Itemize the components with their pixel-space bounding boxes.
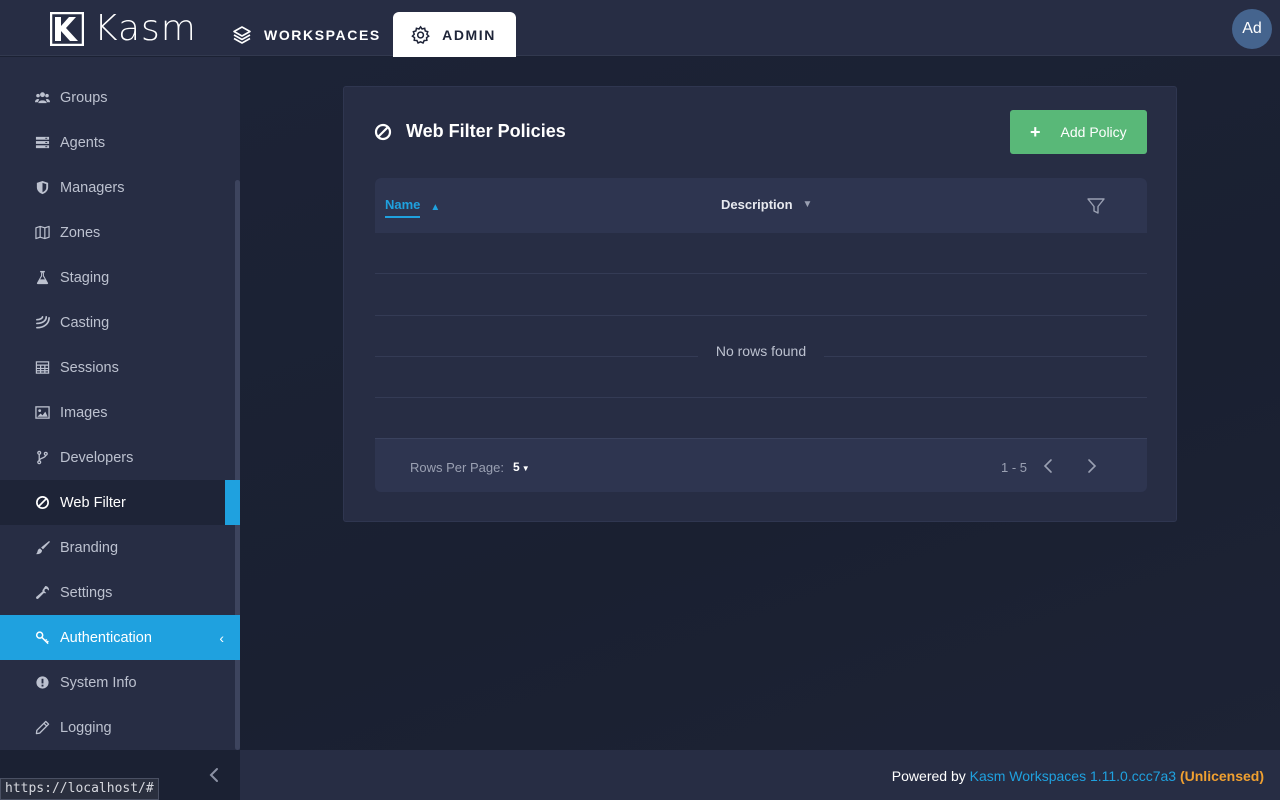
sidebar-item-label: Settings xyxy=(60,584,113,601)
sidebar-item-authentication[interactable]: Authentication ‹ xyxy=(0,615,240,660)
web-filter-policies-card: Web Filter Policies + Add Policy Name ▲ … xyxy=(343,86,1177,522)
server-icon xyxy=(34,135,50,151)
ban-icon xyxy=(374,123,392,140)
sidebar-item-web-filter[interactable]: Web Filter xyxy=(0,480,240,525)
sidebar-item-label: Images xyxy=(60,404,108,421)
add-policy-label: Add Policy xyxy=(1060,124,1127,140)
policies-table: Name ▲ Description ▼ No rows found Rows … xyxy=(375,178,1147,492)
table-row-divider xyxy=(375,273,1147,274)
users-icon xyxy=(34,90,50,106)
table-icon xyxy=(34,360,50,376)
kasm-logo-icon xyxy=(50,12,84,46)
tab-workspaces[interactable]: WORKSPACES xyxy=(212,12,401,57)
sidebar-item-label: Managers xyxy=(60,179,125,196)
tab-admin[interactable]: ADMIN xyxy=(393,12,516,57)
status-bar-url: https://localhost/# xyxy=(0,778,159,800)
flask-icon xyxy=(34,270,50,286)
page-title: Web Filter Policies xyxy=(374,121,566,142)
sidebar-item-label: Logging xyxy=(60,719,112,736)
sort-desc-icon: ▼ xyxy=(802,199,813,210)
map-icon xyxy=(34,225,50,241)
sidebar-item-label: Web Filter xyxy=(60,494,126,511)
kasm-logo[interactable]: Kasm xyxy=(50,8,197,49)
broadcast-icon xyxy=(34,315,50,331)
sidebar-item-developers[interactable]: Developers xyxy=(0,435,240,480)
sidebar-item-system-info[interactable]: System Info xyxy=(0,660,240,705)
tab-admin-label: ADMIN xyxy=(442,26,496,43)
sidebar-item-managers[interactable]: Managers xyxy=(0,165,240,210)
column-header-name[interactable]: Name ▲ xyxy=(385,197,440,218)
caret-down-icon: ▼ xyxy=(521,464,530,473)
info-icon xyxy=(34,675,50,691)
table-row-divider xyxy=(375,397,1147,398)
sidebar-item-casting[interactable]: Casting xyxy=(0,300,240,345)
collapse-sidebar-icon[interactable] xyxy=(206,766,224,784)
sidebar-item-label: Zones xyxy=(60,224,101,241)
gear-icon xyxy=(411,25,430,44)
kasm-workspaces-link[interactable]: Kasm Workspaces 1.11.0.ccc7a3 xyxy=(970,768,1176,784)
license-status: (Unlicensed) xyxy=(1179,768,1264,784)
image-icon xyxy=(34,405,50,421)
sidebar-item-label: Staging xyxy=(60,269,110,286)
footer: Powered by Kasm Workspaces 1.11.0.ccc7a3… xyxy=(240,750,1280,800)
sidebar-item-images[interactable]: Images xyxy=(0,390,240,435)
sidebar-item-groups[interactable]: Groups xyxy=(0,75,240,120)
sidebar-item-branding[interactable]: Branding xyxy=(0,525,240,570)
table-row-divider xyxy=(375,315,1147,316)
rows-per-page-select[interactable]: 5 ▼ xyxy=(513,460,530,474)
sidebar-item-zones[interactable]: Zones xyxy=(0,210,240,255)
top-bar: Kasm WORKSPACES ADMIN Ad xyxy=(0,0,1280,57)
sidebar-item-label: Authentication xyxy=(60,629,152,646)
powered-by: Powered by Kasm Workspaces 1.11.0.ccc7a3… xyxy=(891,768,1264,784)
key-icon xyxy=(34,630,50,646)
plus-icon: + xyxy=(1030,121,1041,142)
next-page-button[interactable] xyxy=(1083,458,1099,474)
sidebar-item-sessions[interactable]: Sessions xyxy=(0,345,240,390)
sidebar-item-label: Branding xyxy=(60,539,119,556)
sidebar-item-label: System Info xyxy=(60,674,137,691)
sidebar-item-label: Groups xyxy=(60,89,108,106)
sidebar-item-label: Developers xyxy=(60,449,134,466)
column-header-description[interactable]: Description ▼ xyxy=(721,197,812,212)
add-policy-button[interactable]: + Add Policy xyxy=(1010,110,1147,154)
wrench-icon xyxy=(34,585,50,601)
rows-per-page-label: Rows Per Page: xyxy=(410,460,504,475)
sidebar-item-logging[interactable]: Logging xyxy=(0,705,240,750)
sidebar-item-staging[interactable]: Staging xyxy=(0,255,240,300)
empty-table-message: No rows found xyxy=(375,343,1147,359)
filter-icon[interactable] xyxy=(1086,196,1106,216)
pencil-icon xyxy=(34,720,50,736)
chevron-left-icon: ‹ xyxy=(219,629,224,646)
ban-icon xyxy=(34,495,50,511)
sidebar-item-settings[interactable]: Settings xyxy=(0,570,240,615)
table-header: Name ▲ Description ▼ xyxy=(375,178,1147,233)
sidebar-item-label: Casting xyxy=(60,314,110,331)
sidebar-item-agents[interactable]: Agents xyxy=(0,120,240,165)
sort-asc-icon: ▲ xyxy=(430,202,441,213)
page-range: 1 - 5 xyxy=(1001,460,1028,475)
previous-page-button[interactable] xyxy=(1041,458,1057,474)
sidebar: Groups Agents Managers Zones Staging Cas… xyxy=(0,57,240,750)
table-footer: Rows Per Page: 5 ▼ 1 - 5 xyxy=(375,438,1147,492)
tab-workspaces-label: WORKSPACES xyxy=(264,26,381,43)
avatar[interactable]: Ad xyxy=(1232,9,1272,49)
page-title-text: Web Filter Policies xyxy=(406,121,566,141)
sidebar-item-label: Agents xyxy=(60,134,106,151)
brush-icon xyxy=(34,540,50,556)
layers-icon xyxy=(233,25,251,44)
branch-icon xyxy=(34,450,50,466)
logo-text: Kasm xyxy=(94,8,197,49)
sidebar-item-label: Sessions xyxy=(60,359,119,376)
shield-icon xyxy=(34,180,50,196)
